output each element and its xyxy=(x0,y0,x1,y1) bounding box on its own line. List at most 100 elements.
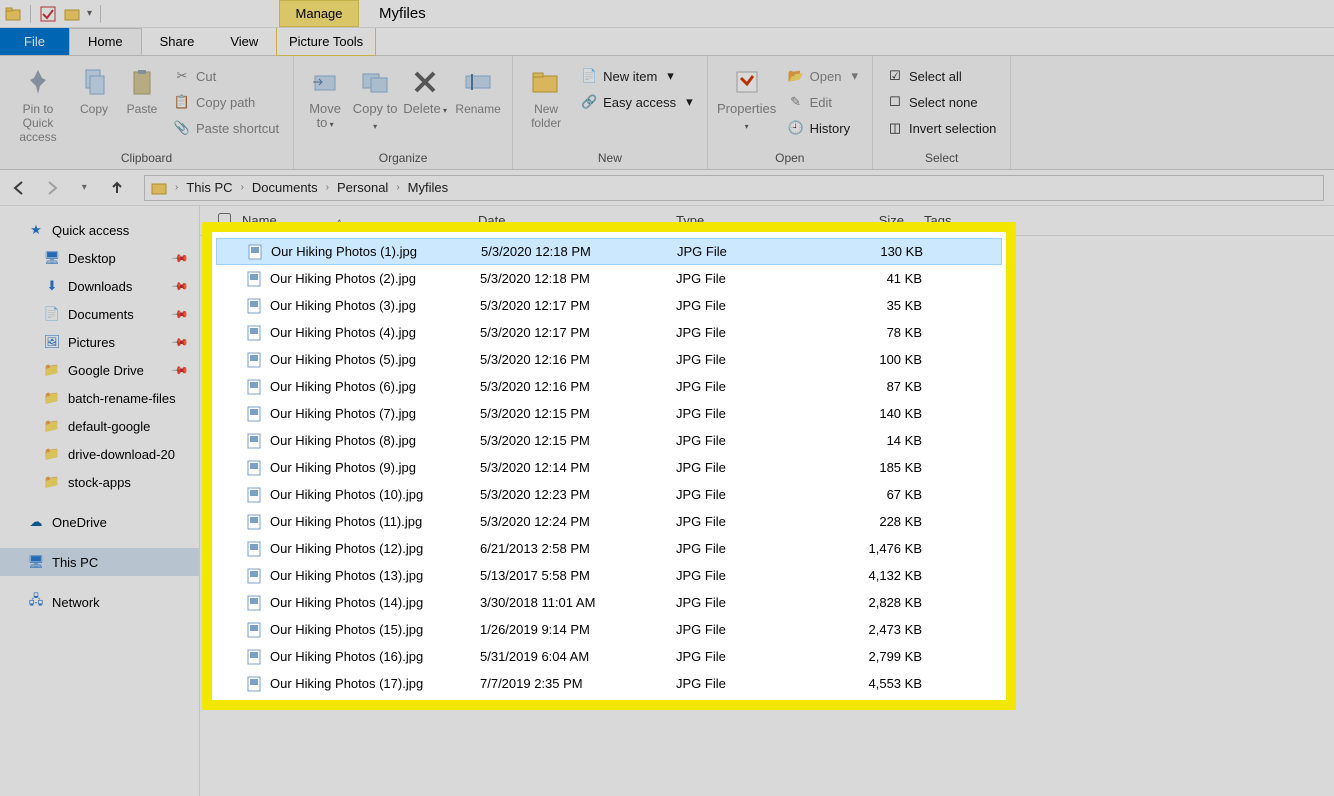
file-size: 41 KB xyxy=(826,271,922,286)
edit-button[interactable]: ✎Edit xyxy=(782,90,864,114)
breadcrumb-thispc[interactable]: This PC xyxy=(186,180,232,195)
breadcrumb-documents[interactable]: Documents xyxy=(252,180,318,195)
sidebar-item[interactable]: 📁Google Drive📌 xyxy=(0,356,199,384)
chevron-right-icon[interactable]: › xyxy=(241,182,244,193)
file-row[interactable]: Our Hiking Photos (17).jpg7/7/2019 2:35 … xyxy=(216,670,1002,697)
file-type: JPG File xyxy=(676,325,826,340)
tab-share[interactable]: Share xyxy=(142,28,213,55)
file-row[interactable]: Our Hiking Photos (12).jpg6/21/2013 2:58… xyxy=(216,535,1002,562)
file-row[interactable]: Our Hiking Photos (8).jpg5/3/2020 12:15 … xyxy=(216,427,1002,454)
address-bar[interactable]: › This PC › Documents › Personal › Myfil… xyxy=(144,175,1324,201)
easy-access-button[interactable]: 🔗Easy access▾ xyxy=(575,90,699,114)
sidebar-item[interactable]: 🖥Desktop📌 xyxy=(0,244,199,272)
sidebar-onedrive[interactable]: ☁ OneDrive xyxy=(0,508,199,536)
rename-button[interactable]: Rename xyxy=(452,60,504,116)
copy-path-button[interactable]: 📋Copy path xyxy=(168,90,285,114)
properties-check-icon[interactable] xyxy=(39,5,57,23)
new-folder-button[interactable]: New folder xyxy=(521,60,571,130)
file-row[interactable]: Our Hiking Photos (2).jpg5/3/2020 12:18 … xyxy=(216,265,1002,292)
file-size: 1,476 KB xyxy=(826,541,922,556)
tab-view[interactable]: View xyxy=(212,28,276,55)
file-row[interactable]: Our Hiking Photos (11).jpg5/3/2020 12:24… xyxy=(216,508,1002,535)
sidebar-item[interactable]: 🖼Pictures📌 xyxy=(0,328,199,356)
sidebar-item[interactable]: 📁stock-apps xyxy=(0,468,199,496)
jpg-file-icon xyxy=(244,431,264,451)
sidebar-item[interactable]: 📁default-google xyxy=(0,412,199,440)
select-none-button[interactable]: ☐Select none xyxy=(881,90,1002,114)
chevron-right-icon[interactable]: › xyxy=(175,182,178,193)
sidebar-item[interactable]: 📄Documents📌 xyxy=(0,300,199,328)
manage-contextual-tab[interactable]: Manage xyxy=(279,0,359,27)
qat-dropdown-icon[interactable]: ▾ xyxy=(87,8,92,19)
file-row[interactable]: Our Hiking Photos (16).jpg5/31/2019 6:04… xyxy=(216,643,1002,670)
pin-icon: 📌 xyxy=(171,249,190,268)
file-type: JPG File xyxy=(676,676,826,691)
file-row[interactable]: Our Hiking Photos (3).jpg5/3/2020 12:17 … xyxy=(216,292,1002,319)
file-name: Our Hiking Photos (17).jpg xyxy=(270,676,480,691)
move-to-button[interactable]: Move to ▾ xyxy=(302,60,348,132)
copy-to-button[interactable]: Copy to ▾ xyxy=(352,60,398,134)
copy-to-icon xyxy=(359,66,391,98)
file-size: 14 KB xyxy=(826,433,922,448)
file-size: 140 KB xyxy=(826,406,922,421)
sidebar-quick-access[interactable]: ★ Quick access xyxy=(0,216,199,244)
properties-button[interactable]: Properties ▾ xyxy=(716,60,778,134)
up-button[interactable] xyxy=(108,177,127,199)
paste-shortcut-button[interactable]: 📎Paste shortcut xyxy=(168,116,285,140)
file-row[interactable]: Our Hiking Photos (5).jpg5/3/2020 12:16 … xyxy=(216,346,1002,373)
file-size: 2,799 KB xyxy=(826,649,922,664)
sidebar-item[interactable]: 📁batch-rename-files xyxy=(0,384,199,412)
cut-icon: ✂ xyxy=(174,68,190,84)
sidebar-network[interactable]: 🖧 Network xyxy=(0,588,199,616)
file-row[interactable]: Our Hiking Photos (13).jpg5/13/2017 5:58… xyxy=(216,562,1002,589)
open-button[interactable]: 📂Open▾ xyxy=(782,64,864,88)
file-row[interactable]: Our Hiking Photos (14).jpg3/30/2018 11:0… xyxy=(216,589,1002,616)
forward-button[interactable] xyxy=(43,177,62,199)
file-type: JPG File xyxy=(676,379,826,394)
delete-button[interactable]: Delete ▾ xyxy=(402,60,448,118)
folder-location-icon xyxy=(151,180,167,196)
history-button[interactable]: 🕘History xyxy=(782,116,864,140)
chevron-right-icon[interactable]: › xyxy=(396,182,399,193)
breadcrumb-myfiles[interactable]: Myfiles xyxy=(408,180,448,195)
copy-button[interactable]: Copy xyxy=(72,60,116,116)
file-size: 100 KB xyxy=(826,352,922,367)
sidebar-this-pc[interactable]: 🖥 This PC xyxy=(0,548,199,576)
file-name: Our Hiking Photos (2).jpg xyxy=(270,271,480,286)
breadcrumb-personal[interactable]: Personal xyxy=(337,180,388,195)
ribbon-group-open: Properties ▾ 📂Open▾ ✎Edit 🕘History Open xyxy=(708,56,873,169)
new-item-button[interactable]: 📄New item▾ xyxy=(575,64,699,88)
group-label-clipboard: Clipboard xyxy=(8,149,285,167)
jpg-file-icon xyxy=(245,242,265,262)
file-row[interactable]: Our Hiking Photos (4).jpg5/3/2020 12:17 … xyxy=(216,319,1002,346)
file-row[interactable]: Our Hiking Photos (1).jpg5/3/2020 12:18 … xyxy=(216,238,1002,265)
history-icon: 🕘 xyxy=(788,120,804,136)
sidebar-item[interactable]: ⬇Downloads📌 xyxy=(0,272,199,300)
jpg-file-icon xyxy=(244,458,264,478)
file-row[interactable]: Our Hiking Photos (7).jpg5/3/2020 12:15 … xyxy=(216,400,1002,427)
file-row[interactable]: Our Hiking Photos (10).jpg5/3/2020 12:23… xyxy=(216,481,1002,508)
tab-home[interactable]: Home xyxy=(69,28,142,55)
file-row[interactable]: Our Hiking Photos (15).jpg1/26/2019 9:14… xyxy=(216,616,1002,643)
folder-icon: ⬇ xyxy=(44,278,60,294)
chevron-right-icon[interactable]: › xyxy=(326,182,329,193)
tab-file[interactable]: File xyxy=(0,28,69,55)
select-all-button[interactable]: ☑Select all xyxy=(881,64,1002,88)
file-date: 5/3/2020 12:17 PM xyxy=(480,325,676,340)
cut-button[interactable]: ✂Cut xyxy=(168,64,285,88)
back-button[interactable] xyxy=(10,177,29,199)
sidebar-item[interactable]: 📁drive-download-20 xyxy=(0,440,199,468)
paste-button[interactable]: Paste xyxy=(120,60,164,116)
tab-picture-tools[interactable]: Picture Tools xyxy=(276,28,376,56)
invert-selection-button[interactable]: ◫Invert selection xyxy=(881,116,1002,140)
file-name: Our Hiking Photos (13).jpg xyxy=(270,568,480,583)
recent-locations-dropdown[interactable]: ▾ xyxy=(75,177,94,199)
network-icon: 🖧 xyxy=(28,594,44,610)
jpg-file-icon xyxy=(244,674,264,694)
file-row[interactable]: Our Hiking Photos (9).jpg5/3/2020 12:14 … xyxy=(216,454,1002,481)
file-type: JPG File xyxy=(676,487,826,502)
pin-quick-access-button[interactable]: Pin to Quick access xyxy=(8,60,68,144)
file-row[interactable]: Our Hiking Photos (6).jpg5/3/2020 12:16 … xyxy=(216,373,1002,400)
this-pc-icon: 🖥 xyxy=(28,554,44,570)
sidebar-item-label: drive-download-20 xyxy=(68,447,175,462)
